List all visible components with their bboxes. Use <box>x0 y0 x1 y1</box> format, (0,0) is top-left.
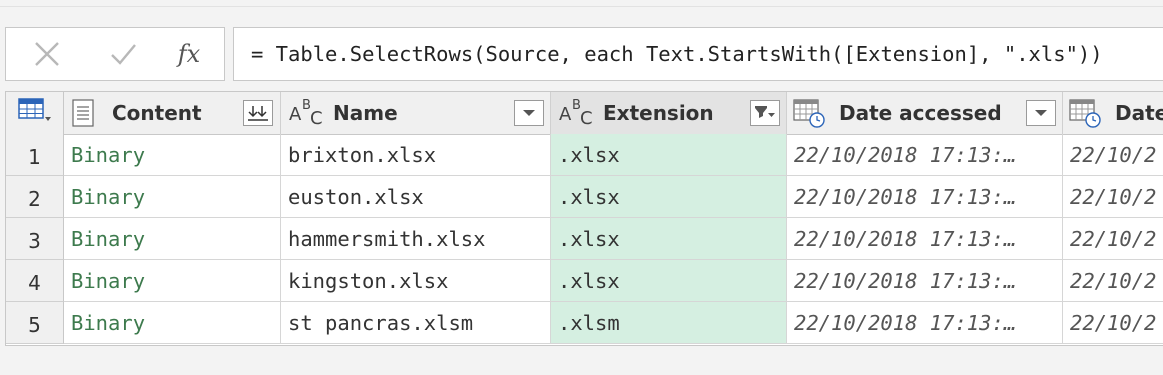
row-number[interactable]: 4 <box>6 260 64 302</box>
chevron-down-icon[interactable] <box>514 100 544 126</box>
status-area <box>0 347 1163 375</box>
cell-name: kingston.xlsx <box>281 260 551 302</box>
cell-name: hammersmith.xlsx <box>281 218 551 260</box>
cell-date-next: 22/10/2 <box>1063 302 1163 344</box>
cell-name: euston.xlsx <box>281 176 551 218</box>
cell-name: brixton.xlsx <box>281 134 551 176</box>
cell-date-accessed: 22/10/2018 17:13:… <box>787 302 1063 344</box>
row-number[interactable]: 3 <box>6 218 64 260</box>
fx-label: fx <box>177 40 201 68</box>
column-label: Date <box>1115 101 1163 125</box>
cell-extension: .xlsx <box>551 176 787 218</box>
formula-input[interactable]: = Table.SelectRows(Source, each Text.Sta… <box>233 27 1163 81</box>
cell-date-accessed: 22/10/2018 17:13:… <box>787 260 1063 302</box>
column-header-row: Content ABC Name ABC Extension Date acce… <box>6 92 1163 135</box>
fx-button[interactable]: fx <box>166 36 212 72</box>
chevron-down-icon[interactable] <box>1026 100 1056 126</box>
expand-icon[interactable] <box>243 100 273 126</box>
column-label: Date accessed <box>839 101 1002 125</box>
column-header-name[interactable]: ABC Name <box>281 92 551 134</box>
cell-date-accessed: 22/10/2018 17:13:… <box>787 176 1063 218</box>
cell-extension: .xlsx <box>551 134 787 176</box>
check-icon[interactable] <box>100 36 146 72</box>
close-icon[interactable] <box>24 36 70 72</box>
column-header-date[interactable]: Date <box>1063 92 1163 134</box>
datetime-type-icon <box>1069 98 1101 128</box>
cell-date-next: 22/10/2 <box>1063 176 1163 218</box>
cell-date-next: 22/10/2 <box>1063 134 1163 176</box>
table-icon <box>17 98 52 128</box>
row-number[interactable]: 2 <box>6 176 64 218</box>
column-label: Name <box>333 101 398 125</box>
formula-bar-buttons: fx <box>5 27 225 81</box>
cell-date-accessed: 22/10/2018 17:13:… <box>787 218 1063 260</box>
column-header-date-accessed[interactable]: Date accessed <box>787 92 1063 134</box>
text-type-icon: ABC <box>289 98 323 129</box>
filter-icon[interactable] <box>750 100 780 126</box>
datetime-type-icon <box>793 98 825 128</box>
data-grid: Content ABC Name ABC Extension Date acce… <box>5 91 1163 346</box>
row-number[interactable]: 5 <box>6 302 64 344</box>
text-type-icon: ABC <box>559 98 593 129</box>
column-label: Extension <box>603 101 714 125</box>
row-number[interactable]: 1 <box>6 134 64 176</box>
cell-date-next: 22/10/2 <box>1063 218 1163 260</box>
cell-content[interactable]: Binary <box>64 134 281 176</box>
table-menu-button[interactable] <box>6 92 64 134</box>
column-header-extension[interactable]: ABC Extension <box>551 92 787 134</box>
cell-extension: .xlsm <box>551 302 787 344</box>
cell-extension: .xlsx <box>551 218 787 260</box>
cell-extension: .xlsx <box>551 260 787 302</box>
binary-icon <box>72 99 94 127</box>
cell-content[interactable]: Binary <box>64 176 281 218</box>
cell-content[interactable]: Binary <box>64 302 281 344</box>
cell-date-next: 22/10/2 <box>1063 260 1163 302</box>
cell-content[interactable]: Binary <box>64 260 281 302</box>
column-label: Content <box>112 101 202 125</box>
cell-name: st pancras.xlsm <box>281 302 551 344</box>
top-strip <box>0 0 1163 7</box>
cell-content[interactable]: Binary <box>64 218 281 260</box>
cell-date-accessed: 22/10/2018 17:13:… <box>787 134 1063 176</box>
column-header-content[interactable]: Content <box>64 92 281 134</box>
